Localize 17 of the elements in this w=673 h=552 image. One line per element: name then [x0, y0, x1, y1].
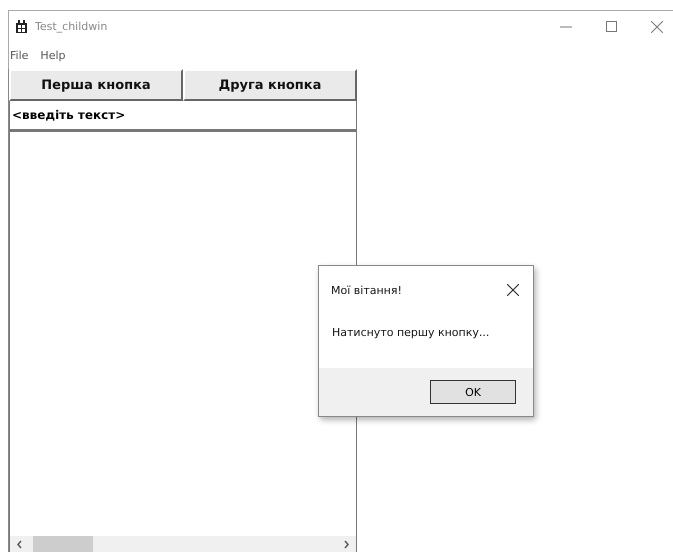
scroll-right-icon[interactable]	[343, 540, 350, 548]
push-button[interactable]: Друга кнопка	[183, 69, 357, 101]
menu-item[interactable]: File	[9, 49, 30, 62]
scroll-left-icon[interactable]	[16, 540, 23, 548]
app-icon	[15, 20, 28, 33]
maximize-icon[interactable]	[606, 21, 617, 32]
horizontal-scrollbar[interactable]	[10, 536, 356, 552]
text-field[interactable]: <введіть текст>	[9, 101, 357, 130]
ok-button[interactable]: OK	[430, 380, 516, 404]
close-icon[interactable]	[507, 284, 519, 296]
minimize-icon[interactable]	[560, 26, 572, 28]
push-button[interactable]: Перша кнопка	[9, 69, 183, 101]
menu-item[interactable]: Help	[39, 49, 66, 62]
dialog-message: Натиснуто першу кнопку...	[331, 325, 490, 341]
scroll-thumb[interactable]	[33, 536, 93, 552]
window-title: Test_childwin	[35, 20, 108, 33]
dialog-title: Мої вітання!	[331, 284, 402, 296]
